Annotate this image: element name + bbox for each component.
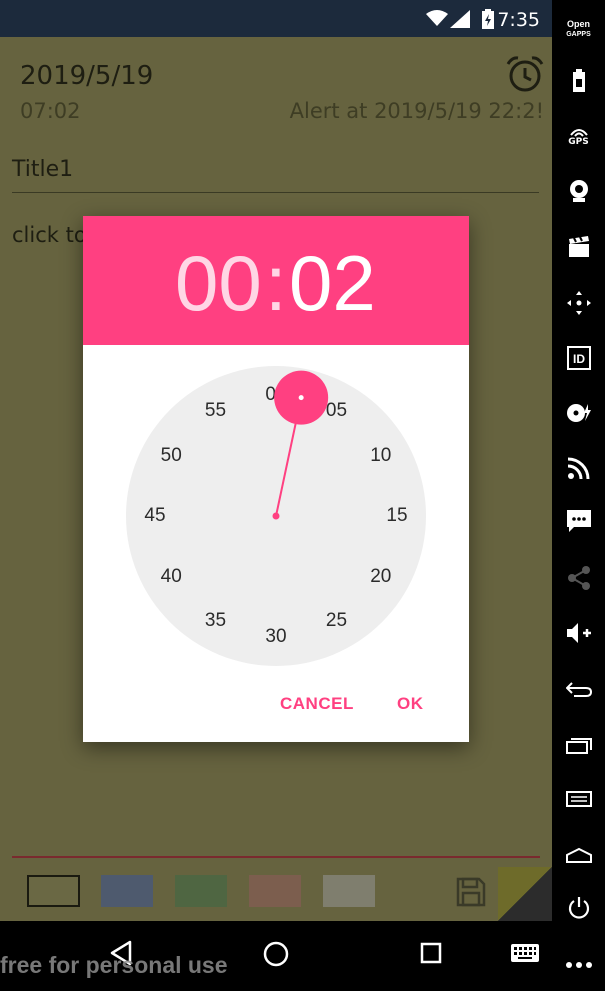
alert-text: Alert at 2019/5/19 22:2! (289, 99, 544, 123)
color-swatch-selected[interactable] (27, 875, 80, 907)
title-underline (12, 192, 539, 193)
open-gapps-label-top: Open (566, 18, 590, 29)
color-swatch-green[interactable] (175, 875, 227, 907)
home-icon[interactable] (263, 941, 289, 967)
clock-hand-selector-dot (298, 395, 304, 401)
wifi-icon (426, 10, 448, 26)
menu-icon[interactable] (552, 784, 605, 814)
divider (12, 856, 540, 858)
emulator-side-panel: Open GAPPS GPS ID (552, 0, 605, 991)
keyboard-icon[interactable] (511, 944, 539, 962)
minute-display[interactable]: 02 (289, 238, 376, 328)
clock-hand[interactable] (126, 366, 426, 666)
media-icon[interactable] (552, 398, 605, 428)
gps-icon[interactable]: GPS (552, 124, 605, 150)
note-time: 07:02 (20, 99, 81, 123)
clock-dial[interactable]: 000510152025303540455055 (126, 366, 426, 666)
open-gapps-button[interactable]: Open GAPPS (552, 16, 605, 42)
time-separator: : (265, 239, 287, 327)
alarm-clock-icon[interactable] (505, 55, 545, 93)
open-gapps-label-bottom: GAPPS (566, 30, 591, 38)
webcam-icon[interactable] (552, 176, 605, 206)
ok-button[interactable]: OK (397, 694, 424, 714)
note-date: 2019/5/19 (20, 61, 154, 91)
recent-apps-icon[interactable] (552, 730, 605, 760)
more-icon[interactable] (552, 950, 605, 980)
color-swatch-blue[interactable] (101, 875, 153, 907)
battery-charging-icon (482, 9, 494, 29)
share-icon[interactable] (552, 563, 605, 593)
back-icon[interactable] (552, 674, 605, 704)
color-swatch-red[interactable] (249, 875, 301, 907)
rss-icon[interactable] (552, 453, 605, 483)
sms-icon[interactable] (552, 506, 605, 536)
status-time: 7:35 (497, 9, 540, 31)
note-body-input[interactable]: click to (12, 223, 87, 247)
signal-icon (450, 10, 470, 28)
page-corner (498, 867, 552, 921)
power-icon[interactable] (552, 893, 605, 923)
cancel-button[interactable]: CANCEL (280, 694, 354, 714)
time-picker-header: 00 : 02 (83, 216, 469, 345)
home-icon[interactable] (552, 840, 605, 870)
note-title-input[interactable]: Title1 (12, 157, 73, 182)
clapperboard-icon[interactable] (552, 232, 605, 262)
time-picker-dialog: 00 : 02 000510152025303540455055 CANCEL … (83, 216, 469, 742)
status-bar: 7:35 (0, 0, 552, 37)
volume-up-icon[interactable] (552, 618, 605, 648)
id-icon-label: ID (573, 352, 585, 366)
save-icon[interactable] (455, 876, 487, 908)
move-icon[interactable] (552, 288, 605, 318)
watermark: free for personal use (0, 952, 228, 978)
battery-icon[interactable] (552, 66, 605, 96)
gps-label: GPS (568, 137, 589, 147)
recents-icon[interactable] (420, 942, 442, 964)
hour-display[interactable]: 00 (175, 238, 262, 328)
id-icon[interactable]: ID (552, 343, 605, 373)
color-swatch-gray[interactable] (323, 875, 375, 907)
clock-center-dot (272, 512, 280, 520)
